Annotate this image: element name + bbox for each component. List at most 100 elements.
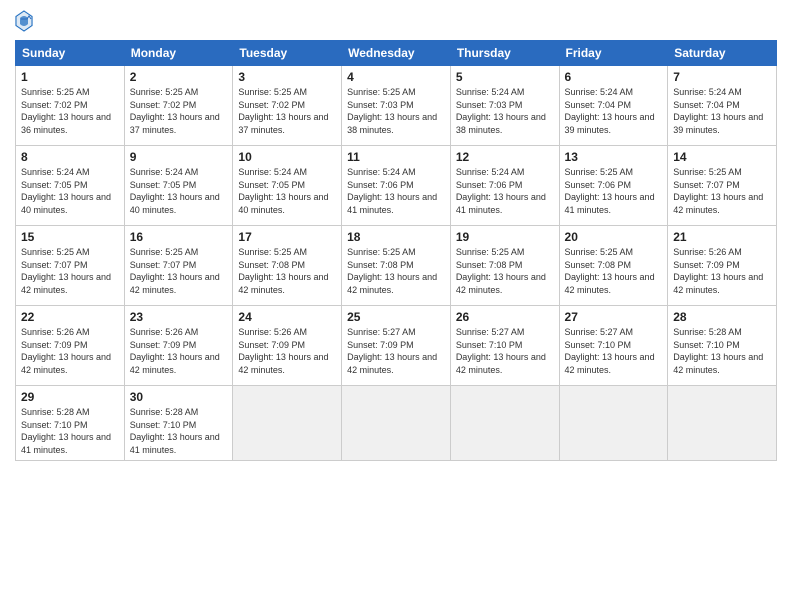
day-info: Sunrise: 5:27 AMSunset: 7:10 PMDaylight:… bbox=[565, 326, 663, 376]
calendar-cell: 23 Sunrise: 5:26 AMSunset: 7:09 PMDaylig… bbox=[124, 306, 233, 386]
day-number: 25 bbox=[347, 310, 445, 324]
calendar-cell: 10 Sunrise: 5:24 AMSunset: 7:05 PMDaylig… bbox=[233, 146, 342, 226]
calendar-cell bbox=[559, 386, 668, 461]
day-info: Sunrise: 5:28 AMSunset: 7:10 PMDaylight:… bbox=[130, 406, 228, 456]
weekday-header-thursday: Thursday bbox=[450, 41, 559, 66]
calendar-cell: 7 Sunrise: 5:24 AMSunset: 7:04 PMDayligh… bbox=[668, 66, 777, 146]
calendar-cell bbox=[342, 386, 451, 461]
calendar-cell: 8 Sunrise: 5:24 AMSunset: 7:05 PMDayligh… bbox=[16, 146, 125, 226]
day-info: Sunrise: 5:25 AMSunset: 7:07 PMDaylight:… bbox=[673, 166, 771, 216]
calendar-cell: 22 Sunrise: 5:26 AMSunset: 7:09 PMDaylig… bbox=[16, 306, 125, 386]
day-info: Sunrise: 5:26 AMSunset: 7:09 PMDaylight:… bbox=[238, 326, 336, 376]
header bbox=[15, 10, 777, 32]
calendar-cell: 13 Sunrise: 5:25 AMSunset: 7:06 PMDaylig… bbox=[559, 146, 668, 226]
day-info: Sunrise: 5:24 AMSunset: 7:05 PMDaylight:… bbox=[238, 166, 336, 216]
day-info: Sunrise: 5:26 AMSunset: 7:09 PMDaylight:… bbox=[130, 326, 228, 376]
weekday-header-monday: Monday bbox=[124, 41, 233, 66]
day-info: Sunrise: 5:25 AMSunset: 7:06 PMDaylight:… bbox=[565, 166, 663, 216]
day-info: Sunrise: 5:25 AMSunset: 7:08 PMDaylight:… bbox=[456, 246, 554, 296]
calendar-cell: 24 Sunrise: 5:26 AMSunset: 7:09 PMDaylig… bbox=[233, 306, 342, 386]
day-number: 12 bbox=[456, 150, 554, 164]
day-info: Sunrise: 5:25 AMSunset: 7:07 PMDaylight:… bbox=[130, 246, 228, 296]
weekday-header-sunday: Sunday bbox=[16, 41, 125, 66]
day-number: 10 bbox=[238, 150, 336, 164]
calendar-cell: 18 Sunrise: 5:25 AMSunset: 7:08 PMDaylig… bbox=[342, 226, 451, 306]
calendar-cell: 28 Sunrise: 5:28 AMSunset: 7:10 PMDaylig… bbox=[668, 306, 777, 386]
calendar-cell: 2 Sunrise: 5:25 AMSunset: 7:02 PMDayligh… bbox=[124, 66, 233, 146]
day-info: Sunrise: 5:26 AMSunset: 7:09 PMDaylight:… bbox=[673, 246, 771, 296]
day-number: 23 bbox=[130, 310, 228, 324]
calendar-cell: 15 Sunrise: 5:25 AMSunset: 7:07 PMDaylig… bbox=[16, 226, 125, 306]
calendar-cell: 12 Sunrise: 5:24 AMSunset: 7:06 PMDaylig… bbox=[450, 146, 559, 226]
calendar-cell: 3 Sunrise: 5:25 AMSunset: 7:02 PMDayligh… bbox=[233, 66, 342, 146]
day-number: 1 bbox=[21, 70, 119, 84]
calendar-cell: 9 Sunrise: 5:24 AMSunset: 7:05 PMDayligh… bbox=[124, 146, 233, 226]
day-number: 26 bbox=[456, 310, 554, 324]
calendar-cell: 20 Sunrise: 5:25 AMSunset: 7:08 PMDaylig… bbox=[559, 226, 668, 306]
day-info: Sunrise: 5:24 AMSunset: 7:03 PMDaylight:… bbox=[456, 86, 554, 136]
day-number: 17 bbox=[238, 230, 336, 244]
day-info: Sunrise: 5:24 AMSunset: 7:06 PMDaylight:… bbox=[456, 166, 554, 216]
day-number: 22 bbox=[21, 310, 119, 324]
calendar-cell: 17 Sunrise: 5:25 AMSunset: 7:08 PMDaylig… bbox=[233, 226, 342, 306]
day-info: Sunrise: 5:25 AMSunset: 7:08 PMDaylight:… bbox=[347, 246, 445, 296]
day-number: 13 bbox=[565, 150, 663, 164]
day-number: 18 bbox=[347, 230, 445, 244]
weekday-header-row: SundayMondayTuesdayWednesdayThursdayFrid… bbox=[16, 41, 777, 66]
calendar-cell: 19 Sunrise: 5:25 AMSunset: 7:08 PMDaylig… bbox=[450, 226, 559, 306]
day-number: 20 bbox=[565, 230, 663, 244]
page: SundayMondayTuesdayWednesdayThursdayFrid… bbox=[0, 0, 792, 612]
weekday-header-tuesday: Tuesday bbox=[233, 41, 342, 66]
day-info: Sunrise: 5:25 AMSunset: 7:08 PMDaylight:… bbox=[238, 246, 336, 296]
weekday-header-saturday: Saturday bbox=[668, 41, 777, 66]
calendar-cell: 4 Sunrise: 5:25 AMSunset: 7:03 PMDayligh… bbox=[342, 66, 451, 146]
day-info: Sunrise: 5:27 AMSunset: 7:09 PMDaylight:… bbox=[347, 326, 445, 376]
calendar-cell: 5 Sunrise: 5:24 AMSunset: 7:03 PMDayligh… bbox=[450, 66, 559, 146]
calendar-cell: 11 Sunrise: 5:24 AMSunset: 7:06 PMDaylig… bbox=[342, 146, 451, 226]
day-info: Sunrise: 5:25 AMSunset: 7:02 PMDaylight:… bbox=[238, 86, 336, 136]
day-number: 11 bbox=[347, 150, 445, 164]
day-number: 6 bbox=[565, 70, 663, 84]
day-info: Sunrise: 5:24 AMSunset: 7:04 PMDaylight:… bbox=[673, 86, 771, 136]
day-number: 3 bbox=[238, 70, 336, 84]
day-info: Sunrise: 5:25 AMSunset: 7:08 PMDaylight:… bbox=[565, 246, 663, 296]
day-number: 8 bbox=[21, 150, 119, 164]
day-info: Sunrise: 5:26 AMSunset: 7:09 PMDaylight:… bbox=[21, 326, 119, 376]
weekday-header-wednesday: Wednesday bbox=[342, 41, 451, 66]
weekday-header-friday: Friday bbox=[559, 41, 668, 66]
day-number: 2 bbox=[130, 70, 228, 84]
calendar-cell: 6 Sunrise: 5:24 AMSunset: 7:04 PMDayligh… bbox=[559, 66, 668, 146]
day-number: 27 bbox=[565, 310, 663, 324]
week-row-4: 22 Sunrise: 5:26 AMSunset: 7:09 PMDaylig… bbox=[16, 306, 777, 386]
week-row-2: 8 Sunrise: 5:24 AMSunset: 7:05 PMDayligh… bbox=[16, 146, 777, 226]
day-info: Sunrise: 5:28 AMSunset: 7:10 PMDaylight:… bbox=[21, 406, 119, 456]
calendar-cell: 16 Sunrise: 5:25 AMSunset: 7:07 PMDaylig… bbox=[124, 226, 233, 306]
calendar-cell bbox=[668, 386, 777, 461]
day-info: Sunrise: 5:25 AMSunset: 7:03 PMDaylight:… bbox=[347, 86, 445, 136]
day-info: Sunrise: 5:24 AMSunset: 7:05 PMDaylight:… bbox=[21, 166, 119, 216]
day-info: Sunrise: 5:25 AMSunset: 7:02 PMDaylight:… bbox=[130, 86, 228, 136]
day-info: Sunrise: 5:24 AMSunset: 7:05 PMDaylight:… bbox=[130, 166, 228, 216]
day-number: 14 bbox=[673, 150, 771, 164]
calendar-cell: 21 Sunrise: 5:26 AMSunset: 7:09 PMDaylig… bbox=[668, 226, 777, 306]
day-info: Sunrise: 5:27 AMSunset: 7:10 PMDaylight:… bbox=[456, 326, 554, 376]
logo-icon bbox=[15, 10, 33, 32]
calendar-cell: 25 Sunrise: 5:27 AMSunset: 7:09 PMDaylig… bbox=[342, 306, 451, 386]
day-info: Sunrise: 5:28 AMSunset: 7:10 PMDaylight:… bbox=[673, 326, 771, 376]
calendar-cell bbox=[450, 386, 559, 461]
day-number: 15 bbox=[21, 230, 119, 244]
week-row-3: 15 Sunrise: 5:25 AMSunset: 7:07 PMDaylig… bbox=[16, 226, 777, 306]
day-number: 21 bbox=[673, 230, 771, 244]
day-number: 9 bbox=[130, 150, 228, 164]
day-number: 4 bbox=[347, 70, 445, 84]
week-row-1: 1 Sunrise: 5:25 AMSunset: 7:02 PMDayligh… bbox=[16, 66, 777, 146]
day-number: 19 bbox=[456, 230, 554, 244]
calendar-table: SundayMondayTuesdayWednesdayThursdayFrid… bbox=[15, 40, 777, 461]
day-number: 16 bbox=[130, 230, 228, 244]
day-number: 5 bbox=[456, 70, 554, 84]
day-number: 30 bbox=[130, 390, 228, 404]
calendar-cell: 29 Sunrise: 5:28 AMSunset: 7:10 PMDaylig… bbox=[16, 386, 125, 461]
calendar-cell: 30 Sunrise: 5:28 AMSunset: 7:10 PMDaylig… bbox=[124, 386, 233, 461]
logo bbox=[15, 10, 36, 32]
calendar-cell bbox=[233, 386, 342, 461]
